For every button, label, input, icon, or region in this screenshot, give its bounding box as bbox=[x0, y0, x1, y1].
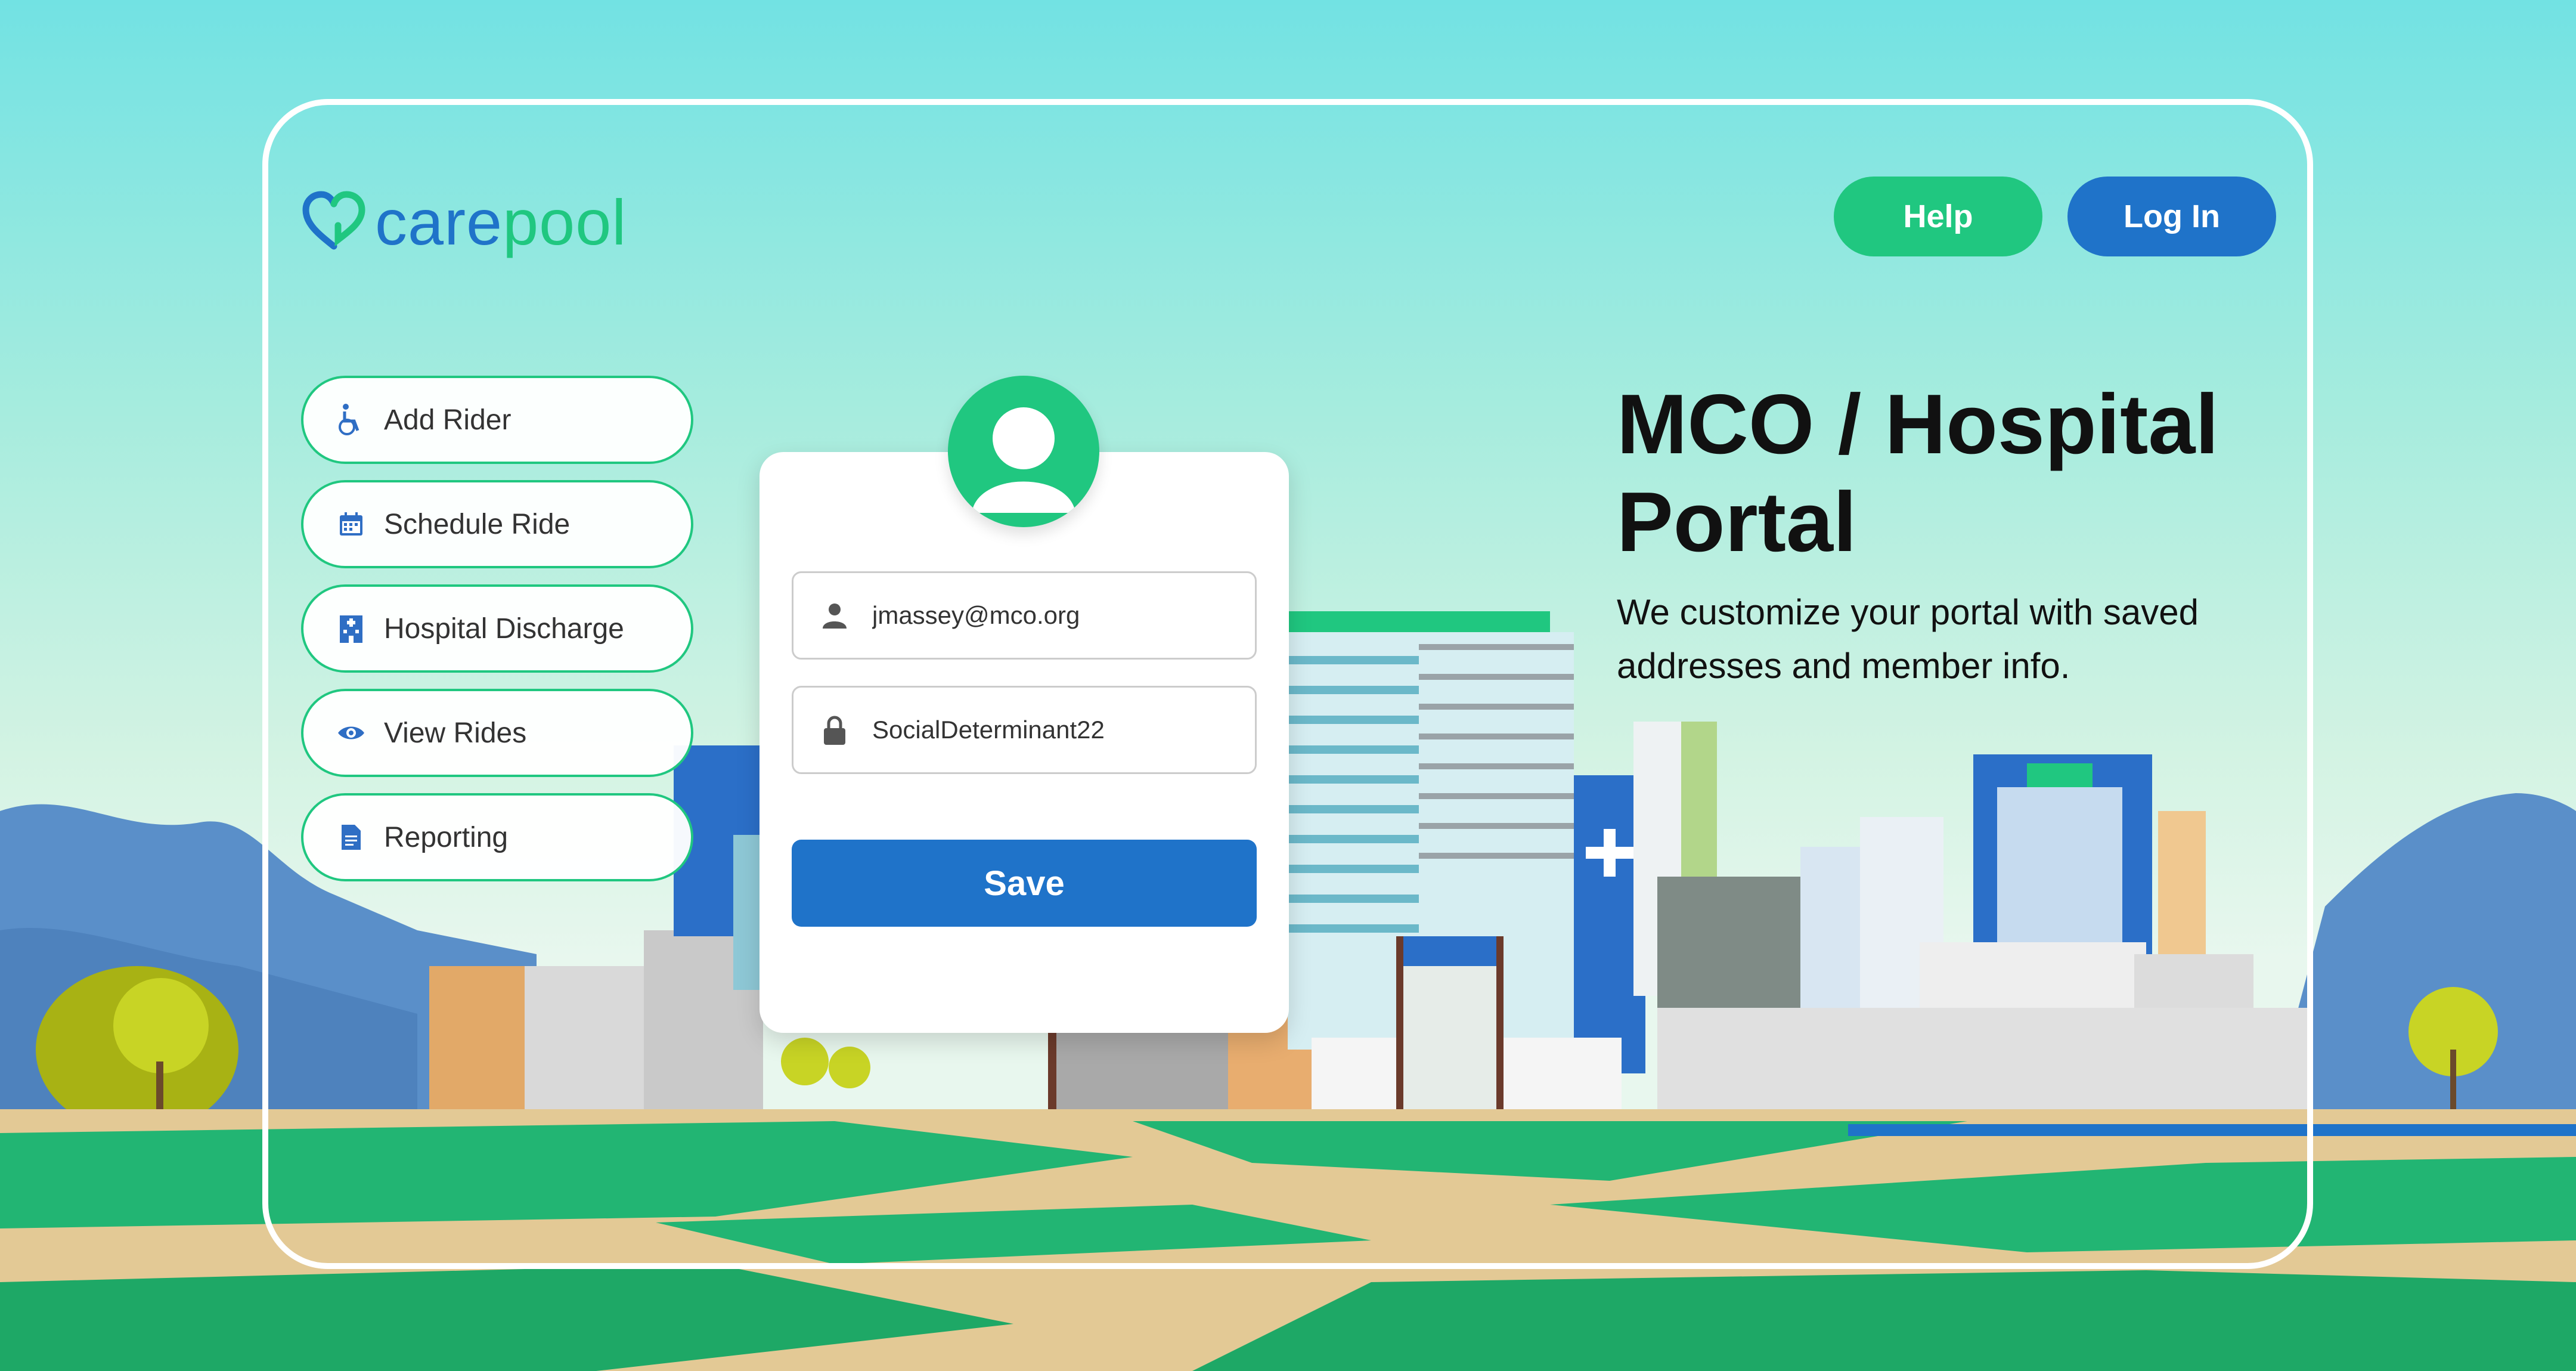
email-field[interactable] bbox=[792, 571, 1257, 660]
save-button[interactable]: Save bbox=[792, 840, 1257, 927]
login-card: Save bbox=[760, 452, 1289, 1033]
wheelchair-icon bbox=[336, 404, 366, 435]
help-button[interactable]: Help bbox=[1834, 177, 2042, 256]
user-avatar-icon bbox=[948, 376, 1099, 527]
sidebar-item-label: View Rides bbox=[384, 717, 527, 749]
sidebar-item-view-rides[interactable]: View Rides bbox=[301, 689, 693, 777]
sidebar-item-label: Schedule Ride bbox=[384, 508, 571, 540]
sidebar-menu: Add Rider Schedule Ride Hospital Dischar… bbox=[301, 376, 693, 898]
password-input[interactable] bbox=[871, 715, 1231, 745]
sidebar-item-reporting[interactable]: Reporting bbox=[301, 793, 693, 881]
logo-text-pool: pool bbox=[503, 186, 627, 258]
sidebar-item-label: Hospital Discharge bbox=[384, 612, 624, 645]
logo-text: carepool bbox=[375, 185, 627, 259]
password-field[interactable] bbox=[792, 686, 1257, 774]
hospital-icon bbox=[336, 614, 366, 643]
login-button[interactable]: Log In bbox=[2067, 177, 2276, 256]
hero-section: MCO / Hospital Portal We customize your … bbox=[1617, 376, 2332, 693]
sidebar-item-label: Reporting bbox=[384, 821, 509, 853]
sidebar-item-add-rider[interactable]: Add Rider bbox=[301, 376, 693, 464]
user-icon bbox=[820, 601, 850, 630]
eye-icon bbox=[336, 718, 366, 748]
page-title: MCO / Hospital Portal bbox=[1617, 377, 2219, 570]
email-input[interactable] bbox=[871, 601, 1231, 630]
calendar-icon bbox=[336, 509, 366, 539]
logo-text-care: care bbox=[375, 186, 503, 258]
lock-icon bbox=[820, 715, 850, 745]
page-subtitle: We customize your portal with saved addr… bbox=[1617, 592, 2199, 686]
sidebar-item-schedule-ride[interactable]: Schedule Ride bbox=[301, 480, 693, 568]
heart-logo-icon bbox=[302, 190, 365, 249]
document-icon bbox=[336, 822, 366, 852]
carepool-logo[interactable]: carepool bbox=[301, 185, 627, 259]
sidebar-item-hospital-discharge[interactable]: Hospital Discharge bbox=[301, 584, 693, 673]
sidebar-item-label: Add Rider bbox=[384, 404, 512, 436]
